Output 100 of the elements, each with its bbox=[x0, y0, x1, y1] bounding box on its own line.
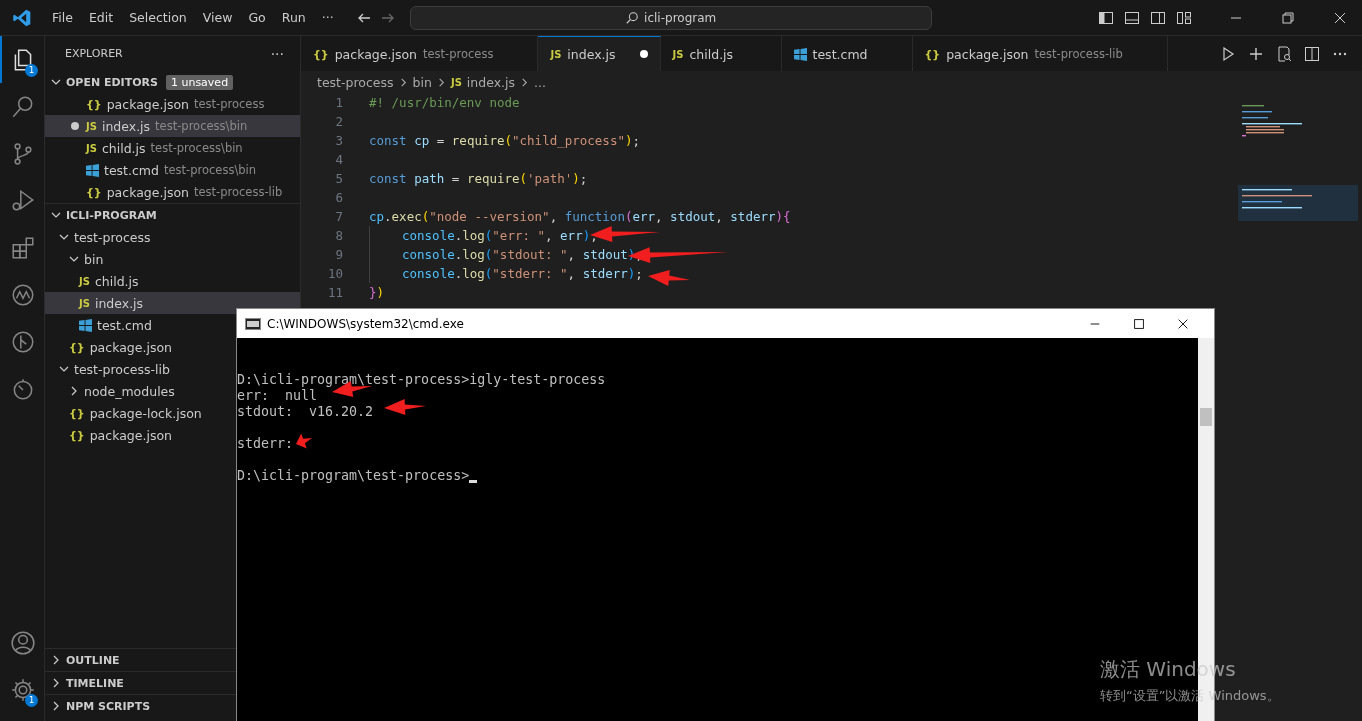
file-path: test-process\bin bbox=[155, 119, 248, 133]
editor-tab[interactable]: JS child.js bbox=[660, 36, 782, 71]
code-line: const path = require('path'); bbox=[369, 171, 588, 186]
unsaved-badge: 1 unsaved bbox=[165, 74, 234, 90]
tab-title: index.js bbox=[567, 46, 616, 62]
window-title: C:\WINDOWS\system32\cmd.exe bbox=[267, 316, 465, 331]
open-editor-name[interactable]: index.js bbox=[101, 118, 151, 134]
annotation-arrow bbox=[384, 399, 426, 415]
windows-file-icon bbox=[79, 318, 92, 332]
more-menu[interactable]: ··· bbox=[313, 10, 342, 25]
chevron-icon[interactable] bbox=[59, 232, 69, 242]
file-path: test-process\bin bbox=[150, 141, 243, 155]
chevron-icon[interactable] bbox=[69, 386, 79, 396]
chevron-icon bbox=[520, 77, 529, 87]
tab-path: test-process bbox=[423, 47, 494, 61]
tree-item[interactable]: test.cmd bbox=[97, 317, 152, 333]
tree-item[interactable]: index.js bbox=[94, 295, 144, 311]
tree-item[interactable]: node_modules bbox=[84, 383, 175, 399]
js-file-icon: JS bbox=[550, 48, 562, 60]
layout-icon[interactable] bbox=[1176, 9, 1192, 26]
console-icon bbox=[245, 317, 261, 330]
tab-title: test.cmd bbox=[812, 46, 868, 62]
open-editor-name[interactable]: package.json bbox=[106, 96, 189, 112]
line-number: 2 bbox=[334, 114, 343, 129]
chevron-icon[interactable] bbox=[59, 364, 69, 374]
breadcrumb-item[interactable]: index.js bbox=[466, 74, 515, 90]
menu-item[interactable]: Go bbox=[240, 10, 274, 25]
editor-tab[interactable]: JS index.js bbox=[538, 36, 661, 71]
section-title[interactable]: ICLI-PROGRAM bbox=[66, 208, 157, 222]
open-editor-name[interactable]: test.cmd bbox=[104, 162, 159, 178]
panel-toggle-icon[interactable] bbox=[1124, 9, 1140, 26]
menu-item[interactable]: File bbox=[44, 10, 81, 25]
editor-tab[interactable]: test.cmd bbox=[781, 36, 913, 71]
json-file-icon: {} bbox=[69, 428, 85, 442]
split-layout-icon[interactable] bbox=[1150, 9, 1166, 26]
section-title[interactable]: OUTLINE bbox=[66, 653, 120, 667]
line-number: 1 bbox=[334, 95, 343, 110]
file-path: test-process-lib bbox=[194, 185, 283, 199]
tree-item[interactable]: test-process bbox=[74, 229, 151, 245]
chevron-icon[interactable] bbox=[51, 655, 61, 665]
extensions-icon[interactable] bbox=[10, 234, 36, 261]
line-number: 9 bbox=[334, 247, 343, 262]
explorer-title: EXPLORER bbox=[65, 47, 123, 60]
file-path: test-process bbox=[194, 97, 265, 111]
tree-item[interactable]: bin bbox=[84, 251, 104, 267]
tree-item[interactable]: test-process-lib bbox=[74, 361, 170, 377]
chevron-icon[interactable] bbox=[69, 254, 79, 264]
json-file-icon: {} bbox=[69, 340, 85, 354]
plus-icon[interactable] bbox=[1248, 45, 1264, 62]
tree-item[interactable]: package-lock.json bbox=[89, 405, 202, 421]
line-number: 11 bbox=[326, 285, 343, 300]
command-center-search[interactable]: icli-program bbox=[409, 5, 932, 30]
section-title[interactable]: OPEN EDITORS bbox=[66, 75, 158, 89]
windows-file-icon bbox=[86, 163, 99, 177]
js-file-icon: JS bbox=[672, 48, 684, 60]
annotation-arrow bbox=[296, 433, 312, 449]
chevron-icon[interactable] bbox=[51, 701, 61, 711]
menu-item[interactable]: Run bbox=[273, 10, 314, 25]
search-icon bbox=[625, 10, 640, 25]
maximize-icon[interactable] bbox=[1132, 316, 1146, 331]
more-actions-button[interactable]: ··· bbox=[270, 45, 284, 62]
breadcrumb-item[interactable]: ... bbox=[534, 74, 546, 90]
menu-item[interactable]: View bbox=[194, 10, 241, 25]
restore-icon[interactable] bbox=[1280, 9, 1296, 26]
open-editor-name[interactable]: child.js bbox=[101, 140, 146, 156]
preview-icon[interactable] bbox=[1276, 45, 1292, 62]
split-editor-icon[interactable] bbox=[1304, 45, 1320, 62]
menu-item[interactable]: Selection bbox=[121, 10, 195, 25]
section-title[interactable]: TIMELINE bbox=[66, 676, 124, 690]
line-number: 4 bbox=[334, 152, 343, 167]
open-editor-name[interactable]: package.json bbox=[106, 184, 189, 200]
run-icon[interactable] bbox=[1220, 45, 1236, 62]
sidebar-toggle-icon[interactable] bbox=[1098, 9, 1114, 26]
editor-tab[interactable]: {} package.json test-process-lib bbox=[912, 36, 1168, 71]
chevron-icon[interactable] bbox=[51, 210, 61, 220]
tree-item[interactable]: package.json bbox=[89, 339, 172, 355]
js-file-icon: JS bbox=[86, 142, 97, 154]
js-file-icon: JS bbox=[79, 297, 90, 309]
menu-item[interactable]: Edit bbox=[80, 10, 122, 25]
breadcrumb-item[interactable]: bin bbox=[412, 74, 432, 90]
line-number: 5 bbox=[334, 171, 343, 186]
section-title[interactable]: NPM SCRIPTS bbox=[66, 699, 151, 713]
terminal-line: D:\icli-program\test-process> bbox=[237, 468, 470, 484]
line-number: 8 bbox=[334, 228, 343, 243]
js-file-icon: JS bbox=[86, 120, 97, 132]
chevron-icon[interactable] bbox=[51, 678, 61, 688]
line-number: 3 bbox=[334, 133, 343, 148]
terminal-line: D:\icli-program\test-process>igly-test-process bbox=[237, 372, 606, 388]
file-path: test-process\bin bbox=[163, 163, 257, 177]
account-icon[interactable] bbox=[10, 629, 36, 656]
notification-badge: 1 bbox=[25, 64, 38, 77]
chevron-icon[interactable] bbox=[51, 77, 61, 87]
terminal-line: stderr: bbox=[237, 436, 294, 452]
tree-item[interactable]: package.json bbox=[89, 427, 172, 443]
breadcrumb-item[interactable]: test-process bbox=[317, 74, 394, 90]
tab-title: package.json bbox=[334, 46, 417, 62]
settings-icon[interactable] bbox=[10, 676, 36, 703]
line-number: 6 bbox=[334, 190, 343, 205]
tree-item[interactable]: child.js bbox=[94, 273, 139, 289]
code-line: cp.exec("node --version", function(err, stdout, stderr){ bbox=[369, 209, 791, 224]
